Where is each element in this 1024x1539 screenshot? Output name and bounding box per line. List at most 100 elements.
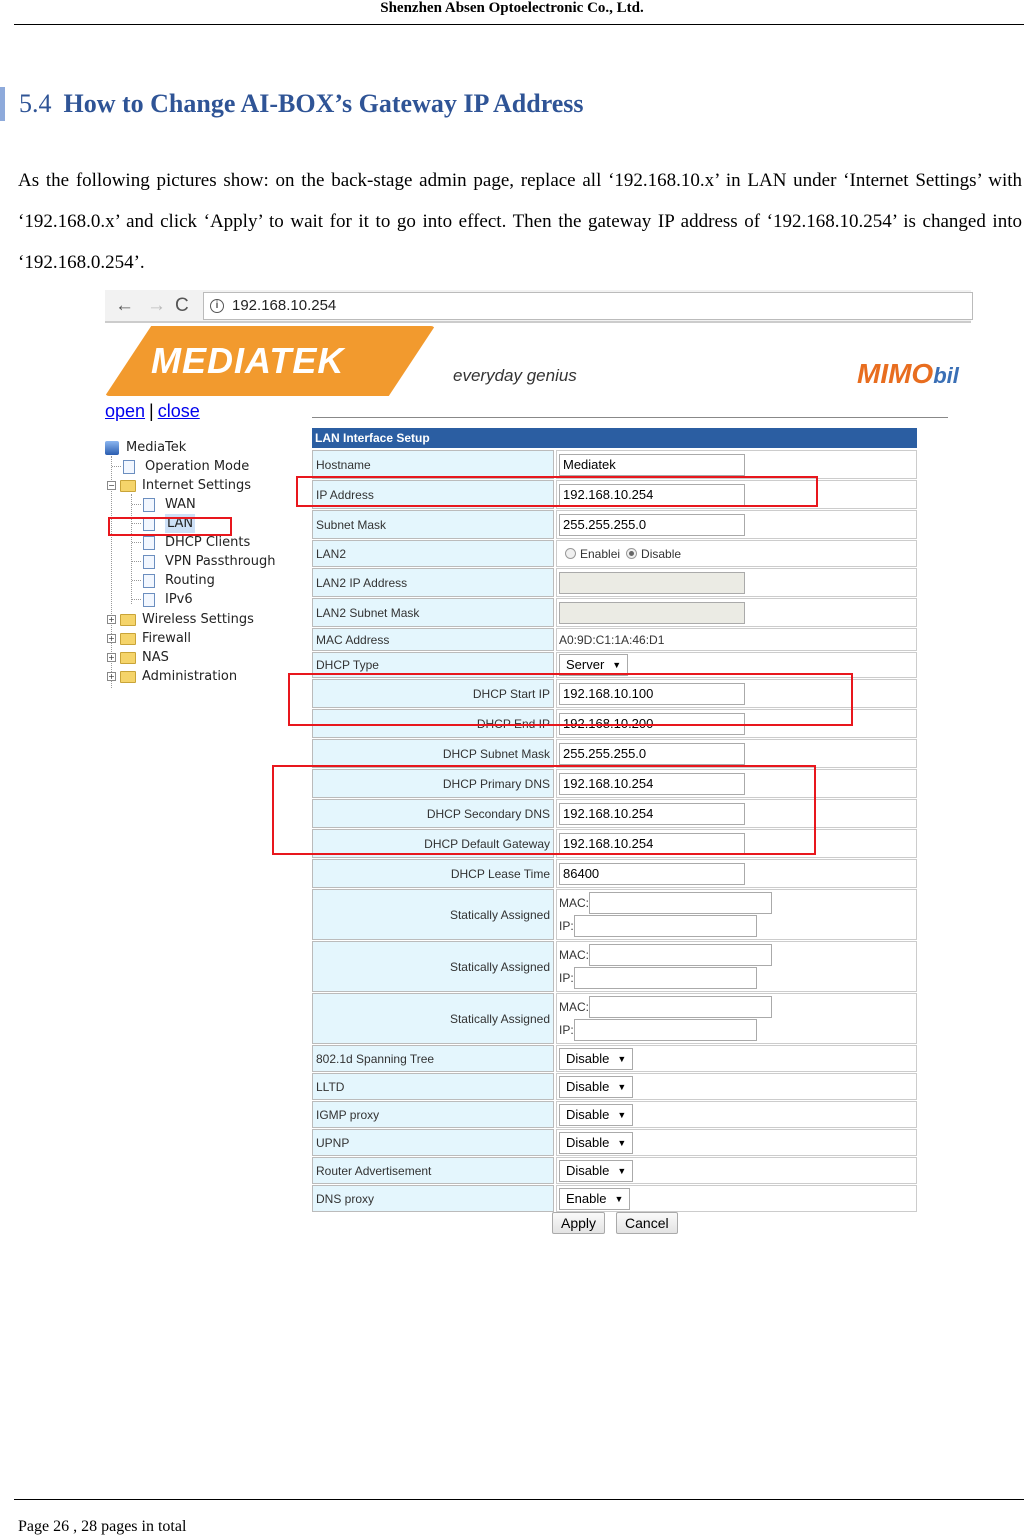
header-divider: [14, 24, 1024, 25]
tree-item-label: VPN Passthrough: [165, 554, 276, 569]
expand-icon[interactable]: +: [107, 653, 116, 662]
heading-accent-bar: [0, 87, 5, 121]
row-dns-proxy: DNS proxy Enable ▼: [312, 1184, 917, 1212]
lan2-ip-input: [559, 571, 745, 594]
reload-icon[interactable]: C: [175, 295, 189, 317]
dhcp-lease-input[interactable]: 86400: [559, 862, 745, 885]
expand-icon[interactable]: +: [107, 672, 116, 681]
static-ip-input[interactable]: [573, 1019, 757, 1041]
tree-close-link[interactable]: close: [158, 401, 200, 421]
folder-icon: [120, 613, 136, 626]
row-lan2-subnet: LAN2 Subnet Mask: [312, 597, 917, 627]
tree-item-wireless-settings[interactable]: + Wireless Settings: [107, 610, 254, 629]
lan2-enable-radio[interactable]: [565, 548, 576, 559]
tree-connector: [132, 504, 141, 505]
lltd-select[interactable]: Disable ▼: [559, 1075, 634, 1098]
expand-icon[interactable]: +: [107, 615, 116, 624]
tree-item-vpn-passthrough[interactable]: VPN Passthrough: [132, 552, 275, 571]
static-mac-input[interactable]: [589, 944, 772, 966]
dns-proxy-select[interactable]: Enable ▼: [559, 1187, 631, 1210]
field-label: MAC Address: [312, 628, 554, 651]
tree-item-administration[interactable]: + Administration: [107, 667, 237, 686]
tree-open-link[interactable]: open: [105, 401, 145, 421]
row-static-1: Statically Assigned MAC: IP:: [312, 888, 917, 940]
hostname-input[interactable]: Mediatek: [559, 453, 745, 476]
field-label: LLTD: [312, 1073, 554, 1100]
upnp-select[interactable]: Disable ▼: [559, 1131, 634, 1154]
page-icon: [143, 573, 155, 588]
field-label: Statically Assigned: [312, 889, 554, 940]
tree-item-operation-mode[interactable]: Operation Mode: [112, 457, 249, 476]
row-dhcp-lease: DHCP Lease Time 86400: [312, 858, 917, 888]
body-paragraph: As the following pictures show: on the b…: [18, 170, 1022, 273]
field-label: LAN2 IP Address: [312, 568, 554, 597]
select-value: Disable: [566, 1050, 610, 1066]
radio-label: Enablei: [580, 546, 621, 561]
static-mac-input[interactable]: [589, 996, 772, 1018]
row-lltd: LLTD Disable ▼: [312, 1072, 917, 1100]
field-label: Statically Assigned: [312, 941, 554, 992]
url-text[interactable]: 192.168.10.254: [232, 297, 336, 314]
router-adv-select[interactable]: Disable ▼: [559, 1159, 634, 1182]
tree-connector: [132, 561, 141, 562]
spanning-tree-select[interactable]: Disable ▼: [559, 1047, 634, 1070]
mac-label: MAC:: [559, 1000, 589, 1014]
tree-item-internet-settings[interactable]: − Internet Settings: [107, 476, 251, 495]
cancel-button[interactable]: Cancel: [616, 1212, 678, 1234]
tree-item-firewall[interactable]: + Firewall: [107, 629, 191, 648]
tree-connector: [112, 466, 121, 467]
static-ip-input[interactable]: [573, 967, 757, 989]
highlight-box-dhcp-dns-gateway: [272, 765, 816, 855]
row-subnet-mask: Subnet Mask 255.255.255.0: [312, 509, 917, 539]
section-number: 5.4: [19, 89, 52, 118]
mediatek-logo-text: MEDIATEK: [151, 340, 345, 381]
mac-label: MAC:: [559, 896, 589, 910]
dhcp-subnet-input[interactable]: 255.255.255.0: [559, 742, 745, 765]
folder-icon: [120, 632, 136, 645]
form-title: LAN Interface Setup: [312, 428, 917, 448]
tree-item-routing[interactable]: Routing: [132, 571, 215, 590]
lan2-disable-radio[interactable]: [626, 548, 638, 559]
select-value: Enable: [566, 1190, 607, 1206]
tree-item-label: Internet Settings: [142, 478, 252, 493]
router-admin-screenshot: ← → C i 192.168.10.254 MEDIATEK everyday…: [105, 290, 973, 1250]
field-label: Hostname: [312, 450, 554, 479]
mimo-logo-main: MIMO: [857, 358, 934, 389]
expand-icon[interactable]: +: [107, 634, 116, 643]
tree-item-label: Wireless Settings: [142, 612, 254, 627]
back-arrow-icon[interactable]: ←: [115, 295, 134, 317]
tree-item-wan[interactable]: WAN: [132, 495, 196, 514]
tree-item-nas[interactable]: + NAS: [107, 648, 169, 667]
separator: |: [149, 401, 154, 421]
address-bar[interactable]: i 192.168.10.254: [203, 292, 973, 320]
subnet-mask-input[interactable]: 255.255.255.0: [559, 513, 745, 536]
info-icon[interactable]: i: [210, 299, 224, 313]
static-ip-input[interactable]: [573, 915, 757, 937]
tree-root-label: MediaTek: [126, 440, 187, 455]
tree-item-label: Administration: [142, 669, 238, 684]
collapse-icon[interactable]: −: [107, 481, 116, 490]
mac-address-value: A0:9D:C1:1A:46:D1: [559, 632, 665, 647]
tree-item-label: Firewall: [142, 631, 192, 646]
tree-item-label: NAS: [142, 650, 169, 665]
tree-item-ipv6[interactable]: IPv6: [132, 590, 193, 609]
section-title: How to Change AI-BOX’s Gateway IP Addres…: [63, 89, 584, 118]
row-igmp: IGMP proxy Disable ▼: [312, 1100, 917, 1128]
static-mac-input[interactable]: [589, 892, 772, 914]
row-lan2: LAN2 Enablei Disable: [312, 539, 917, 567]
field-label: DHCP Lease Time: [312, 859, 554, 888]
folder-icon: [120, 670, 136, 683]
tree-root[interactable]: MediaTek: [105, 438, 186, 457]
section-heading: 5.4 How to Change AI-BOX’s Gateway IP Ad…: [0, 86, 584, 122]
select-value: Server: [566, 657, 605, 672]
banner: MEDIATEK everyday genius MIMObil: [105, 326, 971, 402]
field-label: Statically Assigned: [312, 993, 554, 1044]
tree-item-label: WAN: [165, 497, 196, 512]
row-static-2: Statically Assigned MAC: IP:: [312, 940, 917, 992]
field-label: LAN2: [312, 540, 554, 567]
forward-arrow-icon[interactable]: →: [147, 295, 166, 317]
ip-label: IP:: [559, 919, 574, 933]
apply-button[interactable]: Apply: [552, 1212, 606, 1234]
igmp-select[interactable]: Disable ▼: [559, 1103, 634, 1126]
page-header: Shenzhen Absen Optoelectronic Co., Ltd.: [380, 0, 644, 16]
